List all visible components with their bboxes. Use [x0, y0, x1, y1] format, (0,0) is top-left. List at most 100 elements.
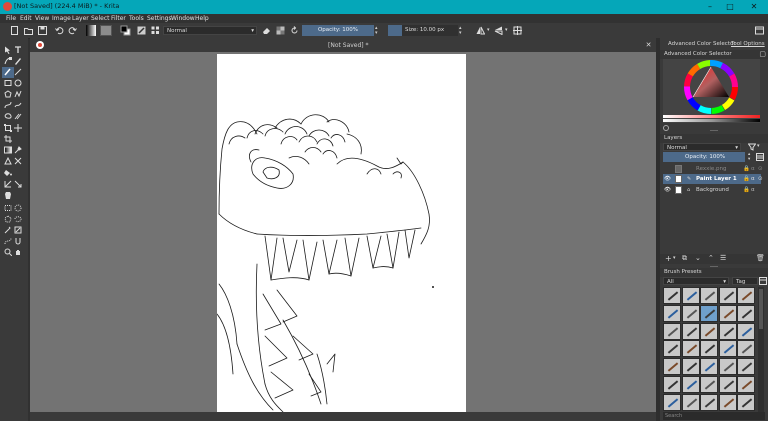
select-shapes-icon[interactable]	[4, 46, 12, 54]
canvas-area[interactable]: [Not Saved] * ✕	[30, 38, 656, 421]
brush-preset-tile[interactable]	[681, 340, 700, 358]
menu-settings[interactable]: Settings	[147, 15, 172, 22]
blend-mode-select[interactable]: Normal ▾	[163, 26, 257, 35]
ellipse-selection-icon[interactable]	[14, 204, 22, 212]
fill-tool-icon[interactable]	[4, 168, 12, 176]
horizontal-scrollbar[interactable]	[30, 412, 656, 421]
reference-images-icon[interactable]	[4, 191, 12, 199]
brush-preset-tile[interactable]	[700, 376, 719, 393]
presets-grid-icon[interactable]	[151, 26, 160, 35]
brush-preset-tile[interactable]	[663, 340, 681, 358]
menu-file[interactable]: File	[6, 15, 16, 22]
brush-preset-tile[interactable]	[663, 287, 681, 304]
brush-view-mode-icon[interactable]	[759, 277, 767, 285]
brush-preset-tile[interactable]	[700, 304, 719, 322]
brush-preset-tile[interactable]	[737, 304, 756, 322]
transform-tool-icon[interactable]	[4, 124, 12, 132]
brush-preset-tile[interactable]	[718, 340, 737, 358]
filter-icon[interactable]	[748, 143, 756, 151]
workspace-chooser-icon[interactable]	[755, 26, 764, 35]
brush-preset-tile[interactable]	[700, 287, 719, 304]
layer-properties-icon[interactable]: ☰	[720, 254, 726, 262]
eraser-icon[interactable]	[262, 26, 271, 35]
brush-preset-tile[interactable]	[700, 340, 719, 358]
menu-window[interactable]: Window	[171, 15, 195, 22]
move-tool-icon[interactable]	[14, 124, 22, 132]
text-tool-icon[interactable]	[14, 46, 22, 54]
smart-patch-icon[interactable]	[14, 157, 22, 165]
layer-row-paint-layer-1[interactable]: 👁 ✎ Paint Layer 1 🔒 α ⊙	[663, 174, 763, 184]
brush-filter-select[interactable]: All ▾	[663, 277, 729, 285]
menu-layer[interactable]: Layer	[72, 15, 89, 22]
similar-selection-icon[interactable]	[14, 226, 22, 234]
bezier-selection-icon[interactable]	[4, 237, 12, 245]
calligraphy-icon[interactable]	[14, 57, 22, 65]
alpha-lock-icon[interactable]: α	[751, 164, 755, 174]
crop-tool-icon[interactable]	[4, 135, 12, 143]
bezier-tool-icon[interactable]	[4, 101, 12, 109]
brush-preset-tile[interactable]	[700, 393, 719, 411]
size-slider[interactable]: Size: 10.00 px	[402, 25, 458, 36]
polygon-selection-icon[interactable]	[4, 215, 12, 223]
close-icon[interactable]: ✕	[749, 2, 759, 12]
fg-bg-color-icon[interactable]	[120, 25, 131, 36]
brush-preset-tile[interactable]	[681, 376, 700, 393]
brush-preset-tile[interactable]	[700, 322, 719, 340]
mirror-horizontal-icon[interactable]	[476, 26, 485, 35]
color-wheel-icon[interactable]	[663, 59, 760, 123]
opacity-slider[interactable]: Opacity: 100%	[302, 25, 374, 36]
chevron-down-icon[interactable]: ▾	[505, 27, 508, 33]
polygon-tool-icon[interactable]	[4, 90, 12, 98]
brush-preset-tile[interactable]	[718, 376, 737, 393]
shade-strip[interactable]	[663, 115, 760, 118]
chevron-down-icon[interactable]: ▾	[487, 27, 490, 33]
dock-splitter[interactable]	[656, 38, 660, 421]
color-picker-icon[interactable]	[14, 146, 22, 154]
inherit-alpha-icon[interactable]: ⊙	[758, 174, 763, 184]
mirror-vertical-icon[interactable]	[494, 26, 503, 35]
zoom-tool-icon[interactable]	[4, 248, 12, 256]
brush-preset-tile[interactable]	[681, 358, 700, 376]
brush-preset-tile[interactable]	[681, 304, 700, 322]
lock-icon[interactable]: 🔒	[743, 164, 750, 174]
freehand-selection-icon[interactable]	[14, 215, 22, 223]
layer-row-rexxie[interactable]: Rexxie.png 🔒 α ⊙	[663, 164, 763, 174]
brush-preset-tile[interactable]	[737, 358, 756, 376]
delete-layer-icon[interactable]: 🗑	[756, 254, 765, 262]
tab-tool-options[interactable]: Tool Options	[731, 41, 765, 47]
redo-icon[interactable]	[68, 26, 77, 35]
open-folder-icon[interactable]	[24, 26, 33, 35]
opacity-spin-icon[interactable]: ▴ ▾	[748, 152, 750, 162]
pan-tool-icon[interactable]	[14, 248, 22, 256]
polyline-tool-icon[interactable]	[14, 90, 22, 98]
ellipse-tool-icon[interactable]	[14, 79, 22, 87]
brush-preset-tile[interactable]	[737, 393, 756, 411]
brush-preset-tile[interactable]	[681, 393, 700, 411]
dynamic-brush-icon[interactable]	[4, 112, 12, 120]
freehand-path-icon[interactable]	[14, 101, 22, 109]
new-document-icon[interactable]	[10, 26, 19, 35]
menu-image[interactable]: Image	[52, 15, 71, 22]
move-down-icon[interactable]: ⌄	[695, 254, 701, 262]
save-icon[interactable]	[38, 26, 47, 35]
preserve-alpha-icon[interactable]	[276, 26, 285, 35]
menu-filter[interactable]: Filter	[111, 15, 126, 22]
menu-view[interactable]: View	[35, 15, 49, 22]
brush-preset-tile[interactable]	[681, 287, 700, 304]
multibrush-icon[interactable]	[14, 112, 22, 120]
menu-tools[interactable]: Tools	[129, 15, 144, 22]
layer-thumbnails-icon[interactable]	[756, 153, 764, 161]
visibility-eye-icon[interactable]: 👁	[664, 185, 671, 195]
brush-preset-tile[interactable]	[737, 322, 756, 340]
visibility-eye-icon[interactable]: 👁	[664, 174, 671, 184]
brush-preset-tile[interactable]	[700, 358, 719, 376]
brush-grid-scrollbar[interactable]	[758, 287, 764, 412]
brush-editor-icon[interactable]	[137, 26, 146, 35]
document-tab-title[interactable]: [Not Saved] *	[328, 42, 369, 49]
chevron-down-icon[interactable]: ▾	[673, 255, 676, 261]
brush-tag-button[interactable]: Tag	[732, 277, 758, 285]
minimize-icon[interactable]: –	[705, 2, 715, 12]
contiguous-selection-icon[interactable]	[4, 226, 12, 234]
close-document-icon[interactable]: ✕	[644, 41, 653, 50]
duplicate-layer-icon[interactable]: ⧉	[682, 254, 687, 263]
